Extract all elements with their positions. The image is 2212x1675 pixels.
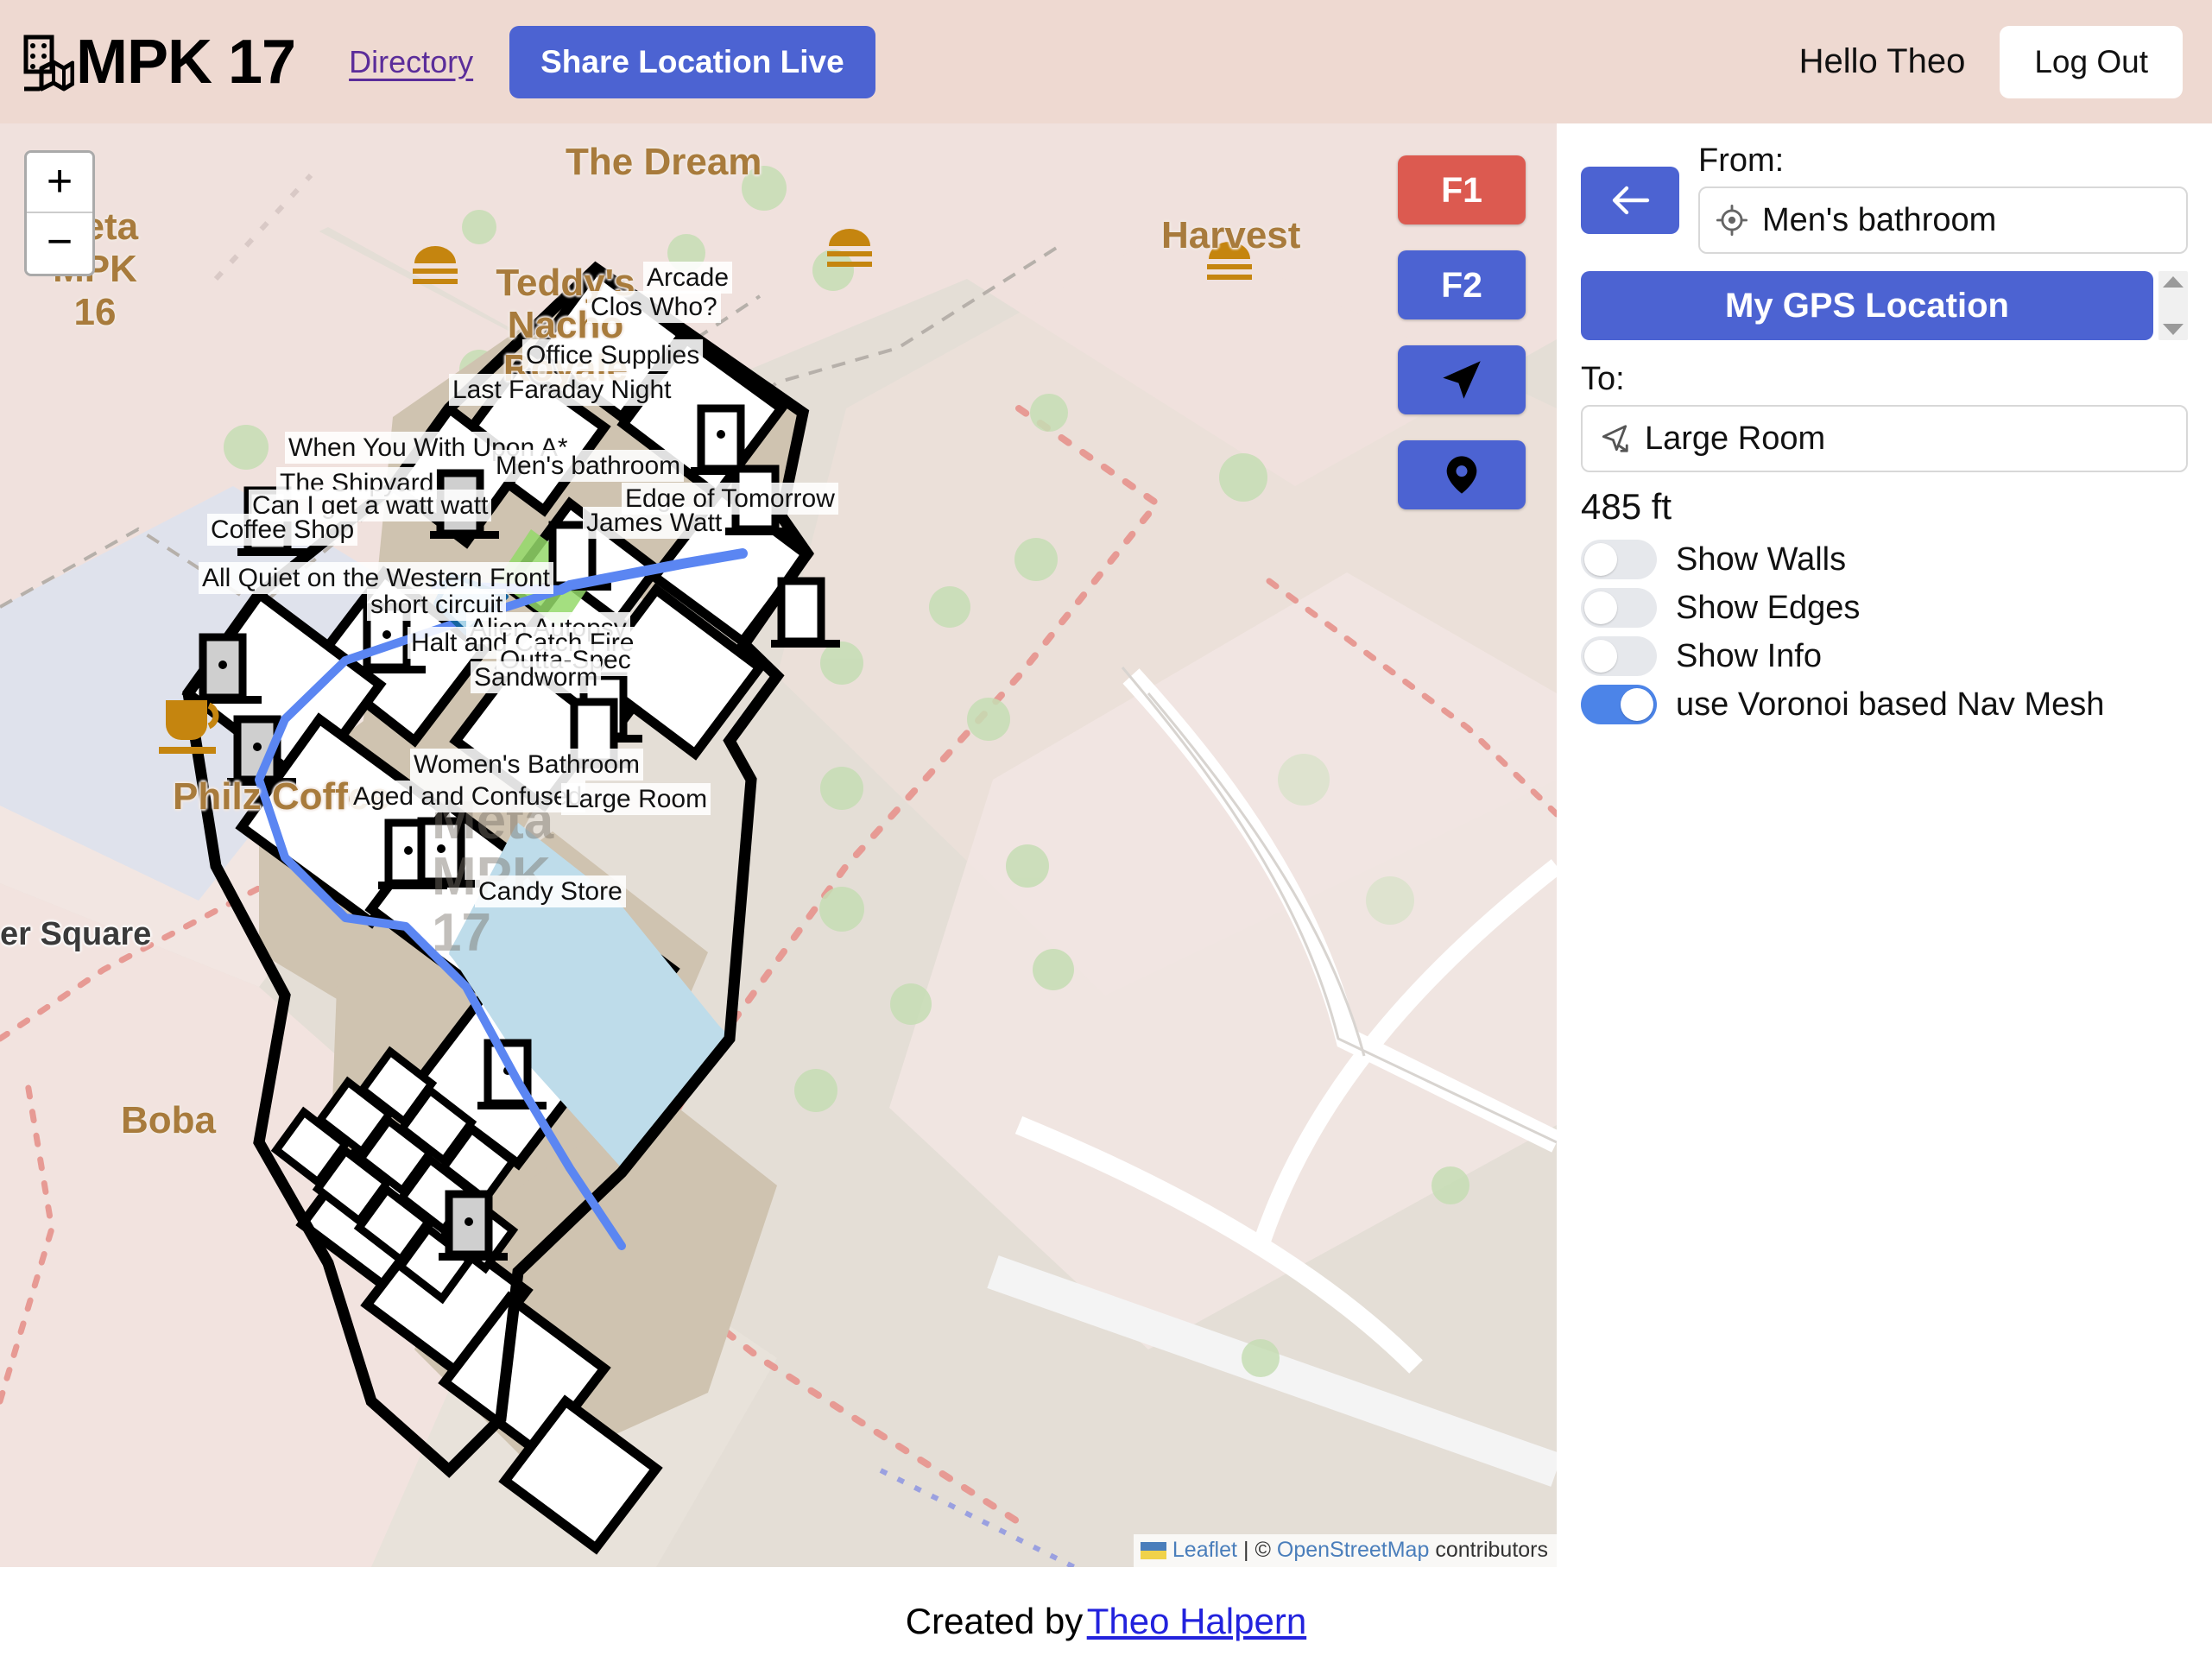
app-header: MPK 17 Directory Share Location Live Hel… [0,0,2212,123]
toggle-voronoi-nav-mesh-label: use Voronoi based Nav Mesh [1676,686,2105,723]
zoom-out-button[interactable]: − [27,213,92,274]
to-input[interactable]: Large Room [1581,405,2188,472]
toggle-voronoi-nav-mesh-row: use Voronoi based Nav Mesh [1581,683,2188,726]
toggle-knob [1584,640,1617,673]
from-label: From: [1698,142,1785,179]
log-out-button[interactable]: Log Out [2000,25,2183,98]
toggle-show-walls-label: Show Walls [1676,540,1847,578]
zoom-control[interactable]: + − [24,150,95,276]
share-location-live-button[interactable]: Share Location Live [509,25,875,98]
toggle-show-info[interactable] [1581,636,1657,676]
contributors-text: contributors [1435,1538,1548,1562]
floor-1-button[interactable]: F1 [1398,155,1526,224]
attribution-separator: | [1242,1538,1249,1562]
crosshair-location-icon [1716,204,1748,237]
my-gps-location-button[interactable]: My GPS Location [1581,271,2153,340]
from-input[interactable]: Men's bathroom [1698,186,2188,254]
from-row: From: Men's bathroom [1581,142,2188,254]
toggle-knob [1584,591,1617,624]
to-label: To: [1581,361,1625,397]
toggle-show-edges-label: Show Edges [1676,589,1861,626]
created-by-text: Created by [905,1600,1084,1641]
toggle-show-edges-row: Show Edges [1581,586,2188,629]
greeting-text: Hello Theo [1798,42,1966,80]
map-canvas [0,123,1557,1567]
toggle-show-edges[interactable] [1581,588,1657,628]
author-link[interactable]: Theo Halpern [1087,1601,1306,1642]
map-attribution: Leaflet | © OpenStreetMap contributors [1133,1534,1557,1567]
toggle-voronoi-nav-mesh[interactable] [1581,685,1657,724]
map-action-buttons: F1 F2 [1398,155,1526,509]
zoom-in-button[interactable]: + [27,153,92,213]
route-distance: 485 ft [1581,486,1672,527]
toggle-knob [1621,688,1653,721]
toggle-show-info-label: Show Info [1676,637,1822,674]
toggle-show-info-row: Show Info [1581,635,2188,678]
page-footer: Created by Theo Halpern [0,1567,2212,1675]
scroll-down-arrow[interactable] [2163,324,2184,335]
header-right: Hello Theo Log Out [1798,25,2183,98]
navigation-sidebar: From: Men's bathroom My GPS Location To:… [1557,123,2212,1567]
gps-row: My GPS Location [1581,271,2188,340]
leaflet-link[interactable]: Leaflet [1172,1538,1237,1563]
place-marker-button[interactable] [1398,440,1526,509]
navigate-arrow-button[interactable] [1398,345,1526,414]
directory-link[interactable]: Directory [349,44,473,80]
from-value: Men's bathroom [1762,201,1997,238]
sidebar-scrollbar[interactable] [2158,271,2188,340]
arrow-left-icon [1612,186,1650,215]
toggle-show-walls-row: Show Walls [1581,538,2188,581]
navigate-to-icon [1602,425,1628,452]
toggle-knob [1584,543,1617,576]
navigation-arrow-icon [1443,361,1481,399]
from-column: From: Men's bathroom [1698,142,2188,254]
map-pin-icon [1446,456,1477,494]
floor-2-button[interactable]: F2 [1398,250,1526,319]
to-value: Large Room [1645,420,1826,457]
display-options: Show Walls Show Edges Show Info use Voronoi… [1581,538,2188,726]
brand: MPK 17 [19,27,296,97]
building-map-icon [23,35,74,91]
copyright-symbol: © [1255,1538,1271,1562]
toggle-show-walls[interactable] [1581,540,1657,579]
ukraine-flag-icon [1140,1541,1166,1559]
scroll-up-arrow[interactable] [2163,276,2184,288]
back-button[interactable] [1581,167,1679,234]
openstreetmap-link[interactable]: OpenStreetMap [1277,1538,1430,1563]
page-title: MPK 17 [76,27,296,97]
map-container[interactable]: Meta MPK 16 The Dream Harvest Teddy's Nacho Roy… [0,123,1557,1567]
